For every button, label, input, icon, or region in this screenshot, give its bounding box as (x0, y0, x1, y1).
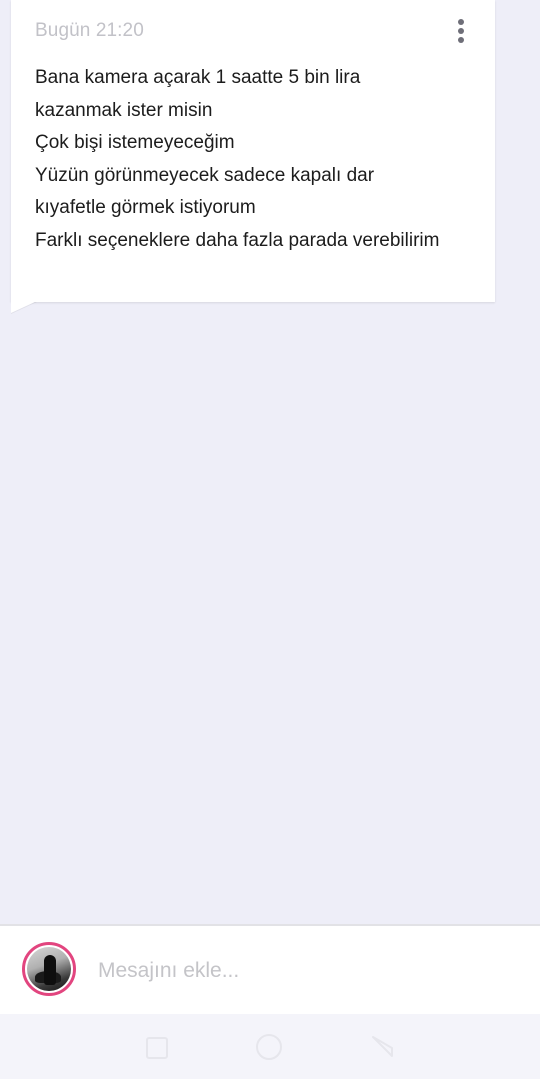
message-line: Yüzün görünmeyecek sadece kapalı dar (35, 164, 375, 186)
message-line: Bana kamera açarak 1 saatte 5 bin lira (35, 67, 361, 88)
square-icon (146, 1037, 168, 1059)
message-input[interactable] (98, 954, 498, 988)
more-vertical-icon[interactable] (451, 16, 471, 46)
triangle-back-icon (372, 1036, 393, 1057)
more-dot (458, 28, 464, 34)
avatar[interactable] (22, 942, 76, 996)
bubble-tail (11, 301, 37, 313)
message-line: kıyafetle görmek istiyorum (35, 197, 256, 219)
recents-button[interactable] (142, 1034, 170, 1060)
avatar-photo (27, 947, 71, 991)
chat-area: Bugün 21:20 Bana kamera açarak 1 saatte … (0, 0, 540, 924)
message-composer (0, 924, 540, 1014)
system-navigation-bar (0, 1014, 540, 1079)
message-text: Bana kamera açarak 1 saatte 5 bin lira k… (35, 62, 475, 258)
more-dot (458, 37, 464, 43)
circle-icon (256, 1034, 282, 1060)
message-line: kazanmak ister misin (35, 99, 213, 121)
back-button[interactable] (370, 1034, 398, 1060)
home-button[interactable] (256, 1034, 284, 1060)
message-bubble[interactable]: Bugün 21:20 Bana kamera açarak 1 saatte … (11, 0, 495, 302)
message-line: Farklı seçeneklere daha fazla parada ver… (35, 229, 440, 251)
message-timestamp: Bugün 21:20 (35, 20, 144, 41)
avatar-figure (44, 955, 56, 985)
message-line: Çok bişi istemeyeceğim (35, 132, 235, 154)
more-dot (458, 19, 464, 25)
